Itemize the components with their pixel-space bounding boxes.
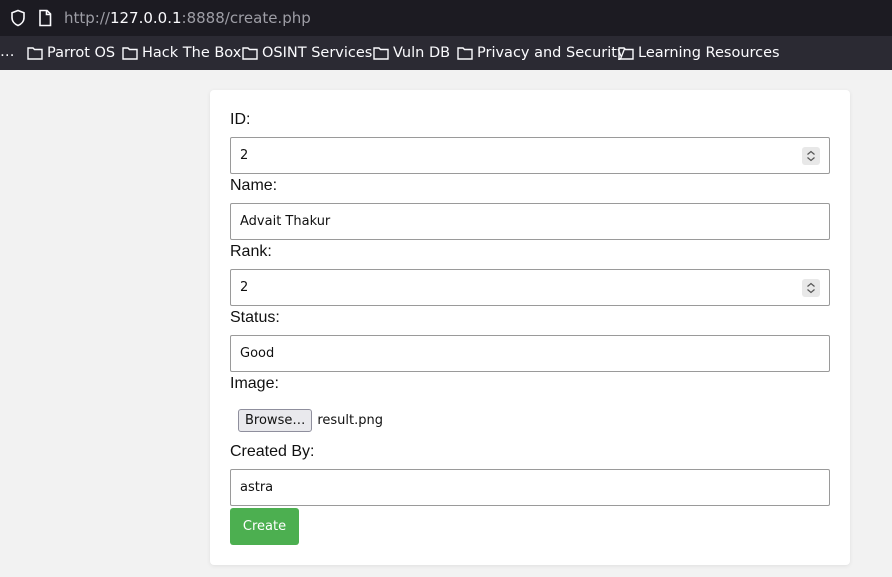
rank-input[interactable] [231,270,829,305]
folder-icon [618,47,634,60]
bookmark-label: Privacy and Security [477,45,626,61]
name-field[interactable] [230,203,830,240]
id-label: ID: [230,111,251,128]
rank-label: Rank: [230,243,272,260]
bookmarks-toolbar: … Parrot OS Hack The Box OSINT Services … [0,36,892,70]
folder-icon [27,47,43,60]
id-field[interactable] [230,137,830,174]
name-label: Name: [230,177,278,194]
url-prefix: http:// [64,9,110,27]
spinner-arrows-icon [807,282,815,294]
folder-icon [122,47,138,60]
id-spinner[interactable] [802,147,820,165]
shield-icon[interactable] [9,9,27,27]
bookmark-hack-the-box[interactable]: Hack The Box [122,44,241,62]
spinner-arrows-icon [807,150,815,162]
bookmark-parrot-os[interactable]: Parrot OS [27,44,115,62]
url-rest: :8888/create.php [181,9,311,27]
url-field[interactable]: http://127.0.0.1:8888/create.php [64,8,311,28]
bookmark-label: Learning Resources [638,45,780,61]
id-input[interactable] [231,138,829,173]
bookmark-label: Parrot OS [47,45,116,61]
create-button[interactable]: Create [230,508,299,545]
url-host: 127.0.0.1 [109,9,182,27]
folder-icon [457,47,473,60]
status-label: Status: [230,309,280,326]
name-input[interactable] [231,204,829,239]
image-label: Image: [230,375,279,392]
bookmark-learning-resources[interactable]: Learning Resources [618,44,780,62]
bookmark-label: Hack The Box [142,45,242,61]
created-by-label: Created By: [230,443,315,460]
page-icon[interactable] [37,9,53,27]
rank-field[interactable] [230,269,830,306]
selected-file-name: result.png [317,413,383,428]
bookmark-label: OSINT Services [262,45,373,61]
browser-url-bar: http://127.0.0.1:8888/create.php [0,0,892,36]
bookmark-osint-services[interactable]: OSINT Services [242,44,372,62]
browse-button[interactable]: Browse… [238,409,313,432]
folder-icon [373,47,389,60]
bookmark-privacy-and-security[interactable]: Privacy and Security [457,44,626,62]
bookmark-vuln-db[interactable]: Vuln DB [373,44,450,62]
rank-spinner[interactable] [802,279,820,297]
created-by-field[interactable] [230,469,830,506]
bookmark-label: Vuln DB [393,45,451,61]
status-input[interactable] [231,336,829,371]
status-field[interactable] [230,335,830,372]
create-form-card: ID: Name: Rank: Status: Image: Browse… r… [210,90,850,565]
bookmarks-overflow[interactable]: … [0,44,16,60]
image-file-picker: Browse… result.png [238,409,383,432]
created-by-input[interactable] [231,470,829,505]
folder-icon [242,47,258,60]
